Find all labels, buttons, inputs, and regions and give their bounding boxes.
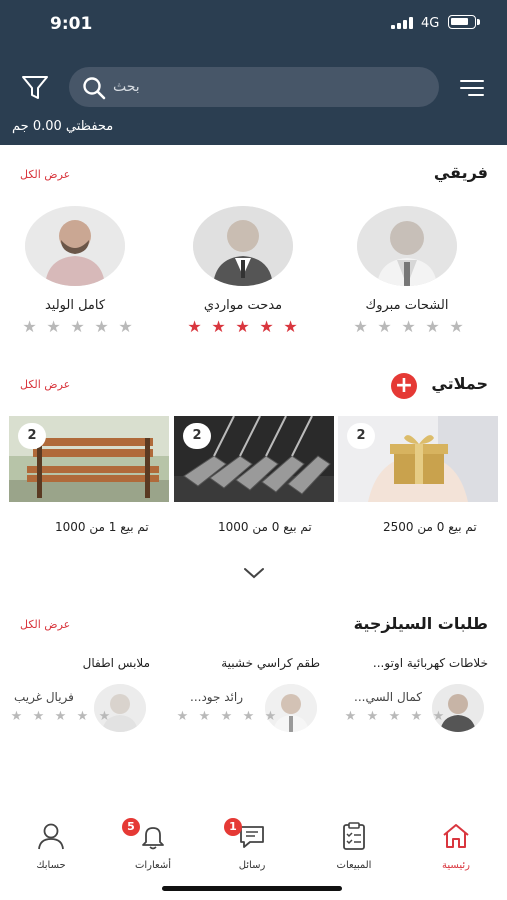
star-icon: ★ xyxy=(10,709,23,724)
campaign-count-badge: 2 xyxy=(18,423,46,449)
bell-icon xyxy=(137,820,169,852)
request-title[interactable]: طقم كراسي خشبية xyxy=(200,656,320,670)
star-icon: ★ xyxy=(388,709,401,724)
campaign-card[interactable]: 2 xyxy=(338,416,498,502)
star-icon: ★ xyxy=(98,709,111,724)
request-rating-stars: ★ ★ ★ ★ ★ xyxy=(342,709,447,724)
member-rating-stars: ★ ★ ★ ★ ★ xyxy=(186,317,299,336)
home-icon xyxy=(440,820,472,852)
member-name: كامل الوليد xyxy=(44,298,106,313)
star-icon: ★ xyxy=(401,317,416,336)
request-title[interactable]: ملابس اطفال xyxy=(30,656,150,670)
star-icon: ★ xyxy=(118,317,133,336)
member-name: مدحت مواردي xyxy=(203,298,283,313)
tab-home[interactable]: رئيسية xyxy=(416,820,496,872)
request-avatar xyxy=(92,682,148,734)
tab-label: المبيعات xyxy=(336,860,372,871)
menu-icon[interactable] xyxy=(458,78,486,98)
tab-label: رئيسية xyxy=(442,860,470,871)
team-title: فريقي xyxy=(433,163,488,182)
member-avatar xyxy=(193,206,293,286)
request-rating-stars: ★ ★ ★ ★ ★ xyxy=(8,709,113,724)
star-icon: ★ xyxy=(259,317,274,336)
star-icon: ★ xyxy=(410,709,423,724)
home-indicator xyxy=(162,886,342,891)
request-person-name: فريال غريب xyxy=(14,690,74,704)
star-icon: ★ xyxy=(377,317,392,336)
messages-badge: 1 xyxy=(224,818,242,836)
add-campaign-button[interactable]: + xyxy=(391,373,417,399)
star-icon: ★ xyxy=(344,709,357,724)
star-icon: ★ xyxy=(176,709,189,724)
star-icon: ★ xyxy=(187,317,202,336)
campaign-sold-text: تم بيع 0 من 2500 xyxy=(383,520,477,534)
star-icon: ★ xyxy=(366,709,379,724)
request-person-name: رائد جود... xyxy=(190,690,243,704)
app-screen: 9:01 4G محفظتي 0.00 جم فريقي عرض الكل ال… xyxy=(0,0,507,900)
search-icon[interactable] xyxy=(81,75,107,101)
member-name: الشحات مبروك xyxy=(365,298,449,313)
star-icon: ★ xyxy=(235,317,250,336)
star-icon: ★ xyxy=(425,317,440,336)
star-icon: ★ xyxy=(70,317,85,336)
star-icon: ★ xyxy=(449,317,464,336)
campaigns-title: حملاتي xyxy=(431,374,488,393)
notifications-badge: 5 xyxy=(122,818,140,836)
wallet-balance[interactable]: محفظتي 0.00 جم xyxy=(12,119,113,134)
star-icon: ★ xyxy=(353,317,368,336)
clipboard-icon xyxy=(338,820,370,852)
campaign-card[interactable]: 2 xyxy=(9,416,169,502)
tab-messages[interactable]: 1 رسائل xyxy=(212,818,292,872)
request-title[interactable]: خلاطات كهربائية اوتو... xyxy=(350,656,488,670)
star-icon: ★ xyxy=(242,709,255,724)
user-icon xyxy=(35,820,67,852)
header: 9:01 4G محفظتي 0.00 جم xyxy=(0,0,507,145)
star-icon: ★ xyxy=(198,709,211,724)
member-rating-stars: ★ ★ ★ ★ ★ xyxy=(352,317,465,336)
request-avatar xyxy=(263,682,319,734)
star-icon: ★ xyxy=(220,709,233,724)
star-icon: ★ xyxy=(22,317,37,336)
star-icon: ★ xyxy=(211,317,226,336)
team-view-all-link[interactable]: عرض الكل xyxy=(20,168,70,181)
star-icon: ★ xyxy=(432,709,445,724)
tab-notifications[interactable]: 5 أشعارات xyxy=(113,818,193,872)
star-icon: ★ xyxy=(32,709,45,724)
campaign-card[interactable]: 2 xyxy=(174,416,334,502)
request-person-name: كمال السي... xyxy=(354,690,422,704)
status-time: 9:01 xyxy=(50,14,93,34)
search-input[interactable] xyxy=(113,67,413,107)
member-avatar xyxy=(25,206,125,286)
star-icon: ★ xyxy=(46,317,61,336)
request-avatar xyxy=(430,682,486,734)
search-bar[interactable] xyxy=(69,67,439,107)
tab-label: أشعارات xyxy=(134,860,172,871)
tab-sales[interactable]: المبيعات xyxy=(314,820,394,872)
member-rating-stars: ★ ★ ★ ★ ★ xyxy=(21,317,134,336)
campaign-sold-text: تم بيع 0 من 1000 xyxy=(218,520,312,534)
signal-icon xyxy=(391,17,415,29)
tab-label: رسائل xyxy=(238,860,266,871)
star-icon: ★ xyxy=(264,709,277,724)
member-avatar xyxy=(357,206,457,286)
campaigns-view-all-link[interactable]: عرض الكل xyxy=(20,378,70,391)
battery-icon xyxy=(448,15,480,29)
campaign-count-badge: 2 xyxy=(347,423,375,449)
star-icon: ★ xyxy=(54,709,67,724)
requests-title: طلبات السيلزجية xyxy=(353,614,488,633)
star-icon: ★ xyxy=(76,709,89,724)
campaign-sold-text: تم بيع 1 من 1000 xyxy=(55,520,149,534)
network-label: 4G xyxy=(421,16,440,31)
request-rating-stars: ★ ★ ★ ★ ★ xyxy=(174,709,279,724)
chevron-down-icon[interactable] xyxy=(242,565,266,581)
star-icon: ★ xyxy=(94,317,109,336)
star-icon: ★ xyxy=(283,317,298,336)
filter-icon[interactable] xyxy=(18,70,52,104)
requests-view-all-link[interactable]: عرض الكل xyxy=(20,618,70,631)
tab-account[interactable]: حسابك xyxy=(11,820,91,872)
tab-label: حسابك xyxy=(36,860,66,871)
campaign-count-badge: 2 xyxy=(183,423,211,449)
